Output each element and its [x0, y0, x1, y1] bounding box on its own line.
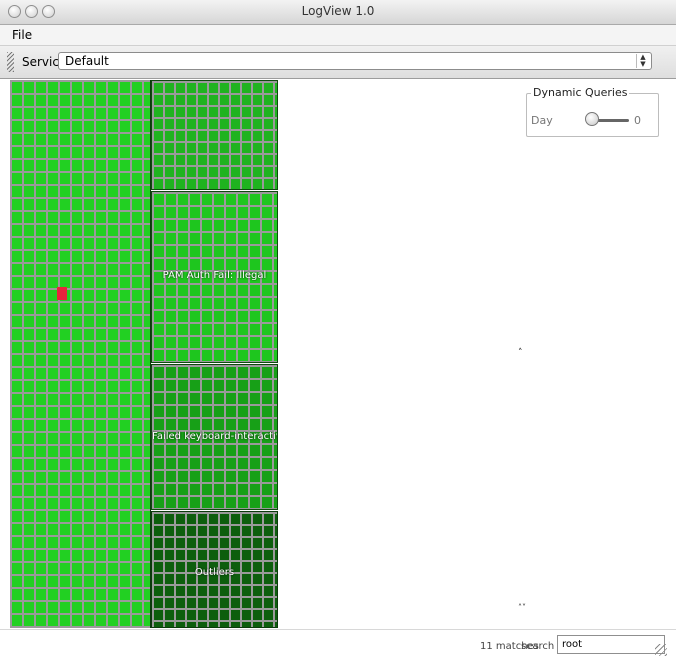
treemap-tile-main[interactable]: [10, 80, 150, 628]
title-bar: LogView 1.0: [0, 0, 676, 25]
tile-label-outliers: Outliers: [194, 567, 235, 578]
tile-label-pam-auth: PAM Auth Fail: Illegal: [162, 270, 267, 281]
service-select[interactable]: Default ▲ ▼: [58, 52, 652, 70]
split-handle-icon[interactable]: ˄˅: [518, 604, 526, 612]
dynamic-queries-title: Dynamic Queries: [531, 86, 630, 99]
toolbar-grip-icon[interactable]: [7, 52, 14, 72]
menu-file[interactable]: File: [12, 28, 32, 42]
treemap-tile-pam-auth[interactable]: PAM Auth Fail: Illegal: [151, 191, 278, 363]
search-input[interactable]: [557, 635, 665, 654]
highlighted-cell[interactable]: [57, 287, 67, 300]
treemap-tile-top[interactable]: [151, 80, 278, 190]
day-label: Day: [531, 114, 553, 127]
day-slider-thumb[interactable]: [585, 112, 599, 126]
tile-label-failed-keyboard: Failed keyboard-interactive/pam: [152, 431, 277, 442]
service-selected-value: Default: [65, 54, 109, 68]
menu-bar: File: [0, 25, 676, 46]
window-title: LogView 1.0: [301, 4, 375, 18]
status-bar: 11 matches search >>: [0, 629, 676, 660]
dynamic-queries-panel: Dynamic Queries Day 0: [526, 86, 659, 137]
treemap[interactable]: PAM Auth Fail: Illegal Failed keyboard-i…: [10, 80, 280, 628]
select-arrows-icon[interactable]: ▲ ▼: [636, 54, 649, 68]
resize-grip-icon[interactable]: [655, 644, 667, 656]
treemap-tile-failed-keyboard[interactable]: Failed keyboard-interactive/pam: [151, 364, 278, 510]
day-value: 0: [634, 114, 641, 127]
toolbar: Service: Default ▲ ▼: [0, 46, 676, 79]
caret-up-icon: ˄: [518, 348, 523, 358]
treemap-tile-outliers[interactable]: Outliers: [151, 511, 278, 628]
